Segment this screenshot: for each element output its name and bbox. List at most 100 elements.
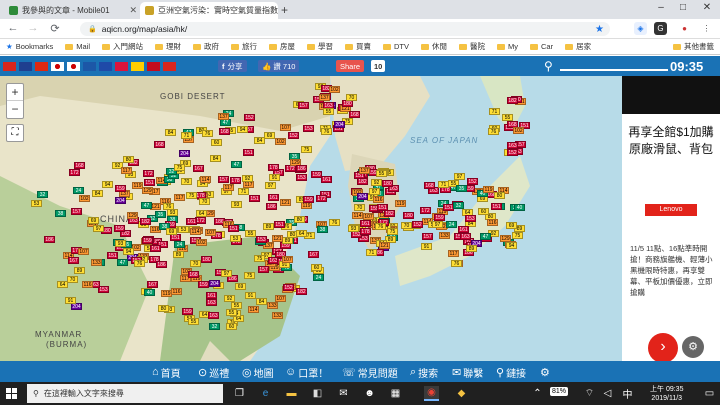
aqi-station-marker[interactable]: 151 xyxy=(274,221,285,228)
aqi-station-marker[interactable]: 94 xyxy=(506,242,517,249)
aqi-station-marker[interactable]: 133 xyxy=(272,312,283,319)
back-button[interactable]: ← xyxy=(6,22,20,34)
aqi-station-marker[interactable]: 204 xyxy=(209,280,220,287)
aqi-station-marker[interactable]: 60 xyxy=(226,323,237,330)
aqi-station-marker[interactable]: 92 xyxy=(242,175,253,182)
aqi-station-marker[interactable]: 60 xyxy=(478,208,489,215)
aqi-station-marker[interactable]: 163 xyxy=(208,312,219,319)
aqi-station-marker[interactable]: 76 xyxy=(202,130,213,137)
aqi-station-marker[interactable]: 159 xyxy=(142,237,153,244)
aqi-station-marker[interactable]: 161 xyxy=(150,245,161,252)
aqi-station-marker[interactable]: 107 xyxy=(280,124,291,131)
aqi-station-marker[interactable]: 129 xyxy=(500,235,511,242)
zoom-in-button[interactable]: + xyxy=(7,84,23,101)
site-search-input[interactable] xyxy=(560,69,668,71)
aqi-station-marker[interactable]: 107 xyxy=(78,248,89,255)
aqi-station-marker[interactable]: 75 xyxy=(244,272,255,279)
aqi-station-marker[interactable]: 47 xyxy=(141,202,152,209)
aqi-station-marker[interactable]: 152 xyxy=(467,178,478,185)
aqi-station-marker[interactable]: 80 xyxy=(123,156,134,163)
aqi-station-marker[interactable]: 84 xyxy=(92,190,103,197)
aqi-station-marker[interactable]: 153 xyxy=(465,215,476,222)
aqi-station-marker[interactable]: 163 xyxy=(460,233,471,240)
bookmark-item[interactable]: My xyxy=(491,42,524,51)
aqi-station-marker[interactable]: 84 xyxy=(165,129,176,136)
aqi-station-marker[interactable]: 91 xyxy=(421,243,432,250)
aqi-station-marker[interactable]: 76 xyxy=(329,219,340,226)
aqi-station-marker[interactable]: 93 xyxy=(348,225,359,232)
aqi-station-marker[interactable]: 102 xyxy=(329,86,340,93)
aqi-station-marker[interactable]: 76 xyxy=(488,128,499,135)
aqi-station-marker[interactable]: 204 xyxy=(115,197,126,204)
aqi-station-marker[interactable]: 168 xyxy=(154,141,165,148)
nav-home[interactable]: ⌂ 首頁 xyxy=(152,364,181,380)
aqi-station-marker[interactable]: 70 xyxy=(67,276,78,283)
aqi-station-marker[interactable]: 55 xyxy=(323,108,334,115)
aqi-station-marker[interactable]: 69 xyxy=(264,132,275,139)
aqi-station-marker[interactable]: 168 xyxy=(188,271,199,278)
aqi-station-marker[interactable]: 161 xyxy=(268,194,279,201)
aqi-station-marker[interactable]: 168 xyxy=(219,128,230,135)
windows-start-icon[interactable] xyxy=(6,388,17,399)
volume-icon[interactable]: ◁ xyxy=(600,386,615,401)
aqi-station-marker[interactable]: 64 xyxy=(196,210,207,217)
aqi-station-marker[interactable]: 172 xyxy=(69,169,80,176)
aqi-station-marker[interactable]: 55 xyxy=(231,302,242,309)
flag-fr-icon[interactable] xyxy=(99,61,112,71)
aqi-station-marker[interactable]: 32 xyxy=(37,191,48,198)
nav-links[interactable]: ⚲ 鏈接 xyxy=(496,364,526,380)
network-icon[interactable]: ⌔ xyxy=(582,386,597,401)
aqi-station-marker[interactable]: 178 xyxy=(230,177,241,184)
aqi-station-marker[interactable]: 114 xyxy=(248,306,259,313)
bookmark-item[interactable]: 其他書籤 xyxy=(667,41,720,52)
tab-aqicn[interactable]: 亞洲空氣污染：實時空氣質量指數... ✕ xyxy=(140,2,278,19)
notes-app-icon[interactable]: ◆ xyxy=(454,386,469,401)
aqi-station-marker[interactable]: 151 xyxy=(491,203,502,210)
aqi-station-marker[interactable]: 168 xyxy=(424,182,435,189)
aqi-station-marker[interactable]: 204 xyxy=(357,193,368,200)
bookmark-item[interactable]: 學習 xyxy=(301,41,339,52)
aqi-station-marker[interactable]: 53 xyxy=(230,235,241,242)
nav-search[interactable]: ⌕ 搜索 xyxy=(410,364,438,380)
aqi-station-marker[interactable]: 117 xyxy=(223,184,234,191)
aqi-station-marker[interactable]: 107 xyxy=(275,295,286,302)
nav-contact[interactable]: ✉ 聯繫 xyxy=(452,364,483,380)
aqi-station-marker[interactable]: 32 xyxy=(209,323,220,330)
aqi-station-marker[interactable]: 204 xyxy=(179,150,190,157)
aqi-station-marker[interactable]: 161 xyxy=(360,220,371,227)
aqi-station-marker[interactable]: 186 xyxy=(156,261,167,268)
people-app-icon[interactable]: ☻ xyxy=(362,386,377,401)
file-explorer-icon[interactable]: ▬ xyxy=(284,386,299,401)
aqi-station-marker[interactable]: 137 xyxy=(319,94,330,101)
aqi-station-marker[interactable]: 97 xyxy=(454,173,465,180)
maximize-button[interactable]: □ xyxy=(672,2,694,13)
aqi-station-marker[interactable]: 93 xyxy=(115,240,126,247)
nav-map[interactable]: ◎ 地圖 xyxy=(242,364,274,380)
aqi-station-marker[interactable]: 159 xyxy=(434,214,445,221)
aqi-station-marker[interactable]: 114 xyxy=(200,176,211,183)
aqi-station-marker[interactable]: 116 xyxy=(373,196,384,203)
aqi-station-marker[interactable]: 70 xyxy=(401,222,412,229)
aqi-station-marker[interactable]: 69 xyxy=(88,217,99,224)
flag-uk-icon[interactable] xyxy=(19,61,32,71)
flag-vn-icon[interactable] xyxy=(3,61,16,71)
aqi-station-marker[interactable]: 93 xyxy=(167,209,178,216)
aqi-station-marker[interactable]: 76 xyxy=(451,260,462,267)
input-method-icon[interactable]: 中 xyxy=(620,386,635,401)
fullscreen-button[interactable]: ⛶ xyxy=(6,124,24,142)
notification-icon[interactable]: ▭ xyxy=(702,386,717,401)
aqi-station-marker[interactable]: 178 xyxy=(360,228,371,235)
ad-next-arrow-icon[interactable]: › xyxy=(648,333,678,363)
aqi-station-marker[interactable]: 157 xyxy=(298,102,309,109)
aqi-station-marker[interactable]: 121 xyxy=(379,242,390,249)
aqi-station-marker[interactable]: 40 xyxy=(144,289,155,296)
aqi-station-marker[interactable]: 180 xyxy=(403,212,414,219)
aqi-station-marker[interactable]: 186 xyxy=(44,236,55,243)
tab-mobile01[interactable]: 我參與的文章 - Mobile01 ✕ xyxy=(4,2,142,19)
aqi-station-marker[interactable]: 55 xyxy=(376,170,387,177)
aqi-station-marker[interactable]: 159 xyxy=(114,225,125,232)
url-bar[interactable]: 🔒 aqicn.org/map/asia/hk/ ★ xyxy=(80,22,610,36)
aqi-station-marker[interactable]: 163 xyxy=(206,299,217,306)
aqi-station-marker[interactable]: 84 xyxy=(254,137,265,144)
aqi-station-marker[interactable]: 151 xyxy=(249,195,260,202)
